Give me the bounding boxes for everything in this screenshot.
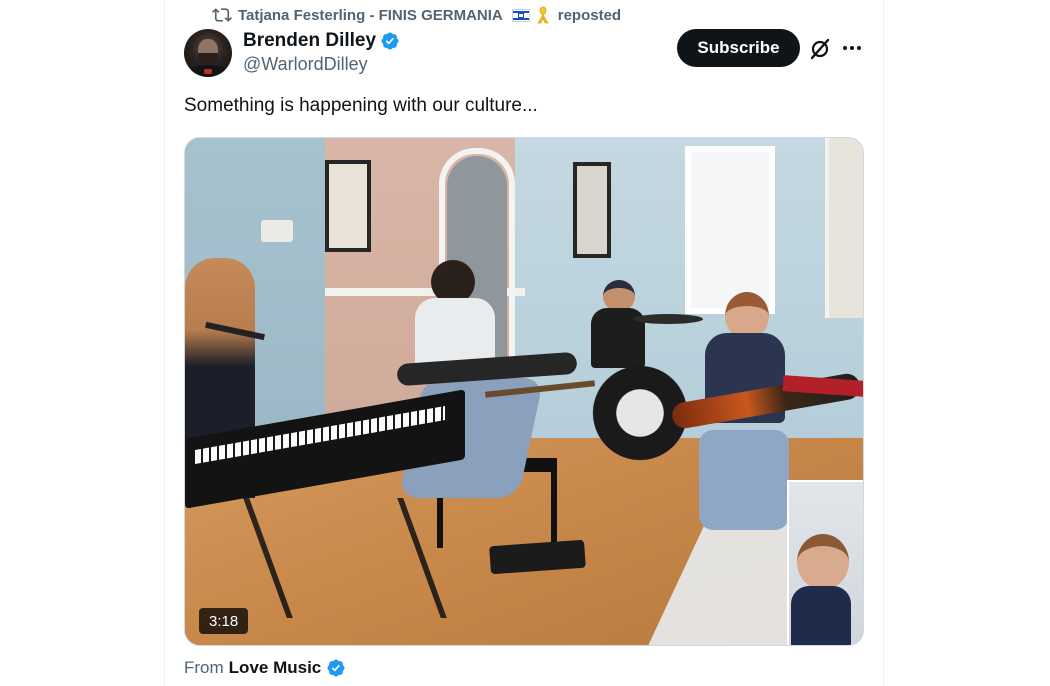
video-player[interactable] (184, 137, 864, 646)
attribution-prefix: From (184, 658, 224, 677)
attribution-source[interactable]: Love Music (229, 658, 322, 678)
author-handle[interactable]: @WarlordDilley (243, 54, 368, 75)
author-name-row[interactable]: Brenden Dilley (243, 30, 400, 52)
subscribe-button[interactable]: Subscribe (677, 29, 800, 67)
author-avatar[interactable] (184, 29, 232, 77)
video-duration-badge: 3:18 (199, 608, 249, 634)
tweet-text: Something is happening with our culture.… (184, 95, 538, 116)
israel-flag-icon (511, 8, 530, 22)
repost-icon (212, 8, 232, 22)
repost-user[interactable]: Tatjana Festerling - FINIS GERMANIA (238, 7, 503, 24)
repost-label: reposted (557, 6, 622, 24)
yellow-ribbon-icon (537, 6, 549, 24)
verified-badge-icon[interactable] (380, 31, 400, 51)
verified-badge-icon[interactable] (326, 658, 346, 678)
video-attribution[interactable]: From Love Music (184, 658, 346, 678)
repost-context[interactable]: Tatjana Festerling - FINIS GERMANIA repo… (212, 4, 621, 26)
author-display-name[interactable]: Brenden Dilley (243, 30, 376, 52)
more-options-icon[interactable] (840, 36, 864, 60)
grok-icon[interactable] (808, 37, 832, 61)
